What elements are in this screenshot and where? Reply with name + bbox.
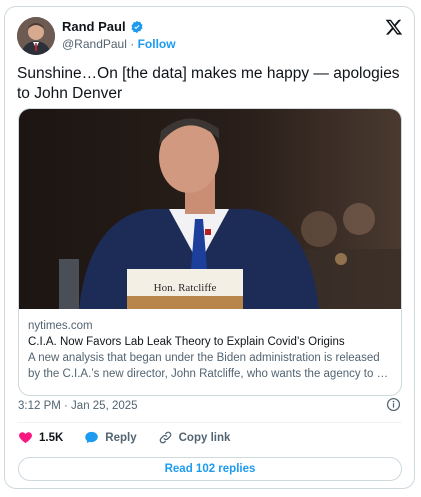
link-description-line-2: by the C.I.A.’s new director, John Ratcl… bbox=[28, 368, 394, 380]
copy-link-label: Copy link bbox=[178, 431, 231, 444]
link-description-line-1: A new analysis that began under the Bide… bbox=[28, 352, 380, 364]
author-name-row: Rand Paul bbox=[62, 19, 144, 34]
author-handle[interactable]: @RandPaul bbox=[62, 37, 127, 51]
read-replies-button[interactable]: Read 102 replies bbox=[18, 457, 402, 481]
like-action[interactable]: 1.5K bbox=[18, 430, 63, 445]
action-bar: 1.5K Reply Copy link bbox=[18, 430, 251, 445]
tweet-card: Rand Paul @RandPaul · Follow Sunshine…On… bbox=[4, 6, 415, 489]
avatar[interactable] bbox=[17, 17, 55, 55]
link-card[interactable]: Hon. Ratcliffe nytimes.com C.I.A. Now Fa… bbox=[18, 108, 402, 396]
divider bbox=[17, 422, 402, 423]
author-name[interactable]: Rand Paul bbox=[62, 19, 126, 34]
reply-icon bbox=[85, 431, 99, 444]
link-headline[interactable]: C.I.A. Now Favors Lab Leak Theory to Exp… bbox=[28, 336, 394, 348]
timestamp[interactable]: 3:12 PM · Jan 25, 2025 bbox=[18, 400, 138, 412]
verified-badge-icon bbox=[131, 20, 143, 33]
photo-placard-text: Hon. Ratcliffe bbox=[154, 282, 217, 294]
reply-action[interactable]: Reply bbox=[84, 430, 137, 445]
handle-separator: · bbox=[130, 37, 135, 51]
copy-link-action[interactable]: Copy link bbox=[158, 430, 231, 445]
like-count: 1.5K bbox=[39, 431, 64, 444]
heart-icon bbox=[19, 432, 32, 444]
link-domain: nytimes.com bbox=[28, 320, 93, 332]
reply-label: Reply bbox=[105, 431, 137, 444]
link-meta: nytimes.com C.I.A. Now Favors Lab Leak T… bbox=[28, 320, 394, 382]
tweet-text: Sunshine…On [the data] makes me happy — … bbox=[17, 65, 400, 102]
link-icon bbox=[159, 431, 171, 444]
link-description: A new analysis that began under the Bide… bbox=[28, 350, 394, 382]
follow-button[interactable]: Follow bbox=[138, 37, 176, 51]
x-logo-icon[interactable] bbox=[385, 18, 403, 36]
article-photo: Hon. Ratcliffe bbox=[19, 109, 401, 309]
info-icon[interactable] bbox=[386, 397, 401, 412]
author-handle-row: @RandPaul · Follow bbox=[62, 37, 176, 51]
